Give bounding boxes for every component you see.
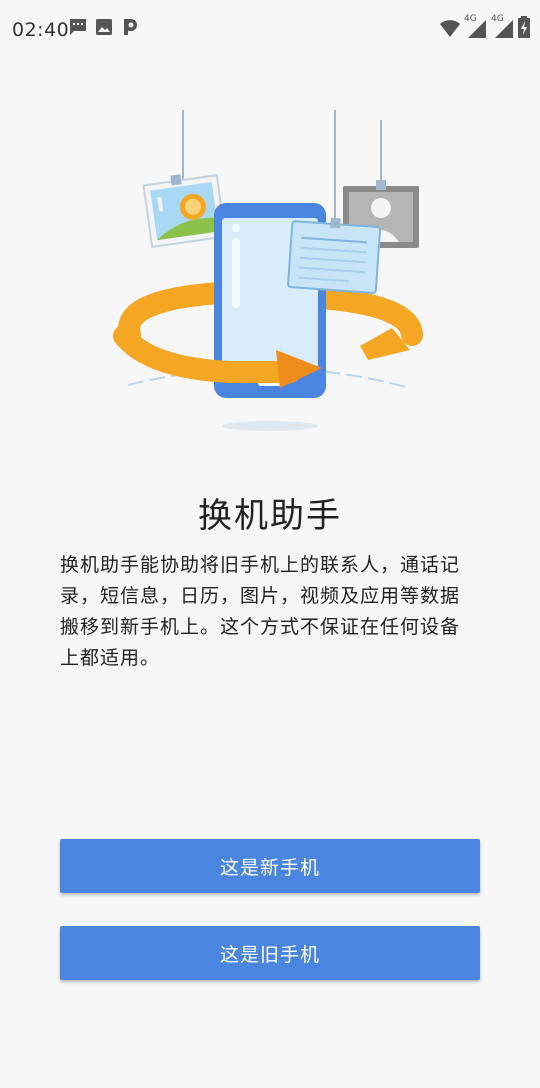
old-phone-button[interactable]: 这是旧手机	[60, 926, 480, 980]
notification-icons	[68, 17, 140, 37]
image-icon	[96, 19, 112, 35]
new-phone-button[interactable]: 这是新手机	[60, 839, 480, 893]
status-bar: 02:40 4G 4G	[0, 0, 540, 56]
battery-charging-icon	[518, 16, 530, 38]
page-title: 换机助手	[198, 496, 342, 536]
navigation-bar-hint	[0, 1082, 540, 1088]
system-status-icons: 4G 4G	[439, 14, 530, 38]
wifi-icon	[440, 20, 460, 37]
status-time: 02:40	[12, 19, 70, 41]
description-text: 换机助手能协助将旧手机上的联系人，通话记录，短信息，日历，图片，视频及应用等数据…	[60, 554, 461, 669]
signal-4g-icon: 4G	[464, 14, 488, 38]
photo-card-icon	[142, 174, 227, 249]
phone-transfer-illustration	[113, 110, 423, 431]
message-icon	[70, 19, 86, 35]
signal-4g-icon: 4G	[491, 14, 515, 38]
p-app-icon	[124, 19, 137, 35]
document-card-icon	[287, 217, 382, 294]
